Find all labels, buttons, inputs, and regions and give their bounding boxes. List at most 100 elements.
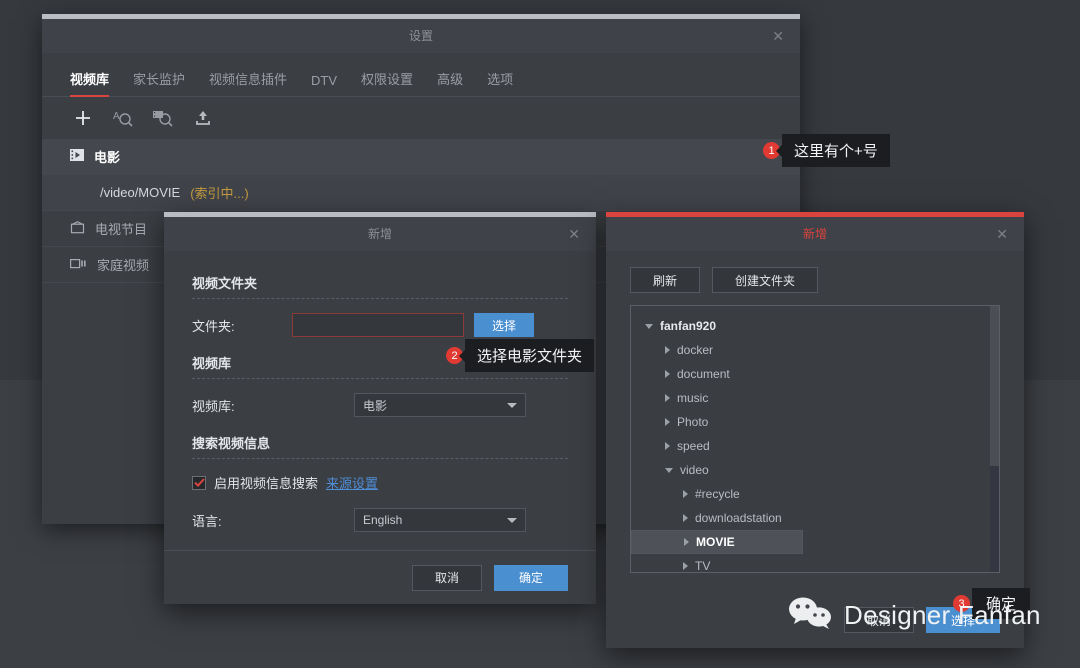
library-row-label: 电视节目 [95, 219, 147, 238]
library-row-label: 电影 [94, 147, 120, 166]
screen: 设置 ✕ 视频库 家长监护 视频信息插件 DTV 权限设置 高级 选项 A [0, 0, 1080, 668]
chevron-right-icon[interactable] [683, 514, 688, 522]
source-settings-link[interactable]: 来源设置 [326, 473, 378, 492]
language-label: 语言: [192, 511, 292, 530]
scrollbar-thumb[interactable] [990, 306, 999, 466]
plus-icon[interactable] [70, 105, 96, 131]
language-field-row: 语言: English [192, 508, 568, 532]
chevron-right-icon[interactable] [683, 490, 688, 498]
add-library-dialog: 新增 ✕ 视频文件夹 文件夹: 选择 视频库 视频库: 电影 搜索视频信息 [164, 212, 596, 604]
cancel-button[interactable]: 取消 [412, 565, 482, 591]
chevron-right-icon[interactable] [665, 370, 670, 378]
library-path: /video/MOVIE [100, 185, 180, 200]
tree-node-speed[interactable]: speed [631, 434, 999, 458]
refresh-button[interactable]: 刷新 [630, 267, 700, 293]
tree-node-label: downloadstation [695, 511, 782, 525]
callout-text: 选择电影文件夹 [465, 339, 594, 372]
callout-2: 2 选择电影文件夹 [446, 339, 594, 372]
callout-text: 确定 [972, 588, 1030, 619]
chevron-right-icon[interactable] [665, 394, 670, 402]
close-icon[interactable]: ✕ [996, 217, 1008, 251]
add-dialog-body: 视频文件夹 文件夹: 选择 视频库 视频库: 电影 搜索视频信息 [164, 251, 596, 532]
film-icon [70, 149, 84, 164]
section-search-info: 搜索视频信息 [192, 433, 568, 452]
section-video-folder: 视频文件夹 [192, 273, 568, 292]
close-icon[interactable]: ✕ [772, 19, 784, 53]
tab-advanced[interactable]: 高级 [437, 69, 463, 96]
enable-search-label: 启用视频信息搜索 [214, 473, 318, 492]
dialog-title: 新增 [803, 227, 827, 241]
camcorder-icon [70, 257, 87, 272]
chevron-down-icon[interactable] [665, 468, 673, 473]
library-field-row: 视频库: 电影 [192, 393, 568, 417]
library-select[interactable]: 电影 [354, 393, 526, 417]
chevron-right-icon[interactable] [684, 538, 689, 546]
cancel-button[interactable]: 取消 [844, 607, 914, 633]
tree-node-video[interactable]: video [631, 458, 999, 482]
add-dialog-title-bar: 新增 ✕ [164, 217, 596, 251]
chevron-right-icon[interactable] [665, 442, 670, 450]
folder-browser-dialog: 新增 ✕ 刷新 创建文件夹 fanfan920 docker document [606, 212, 1024, 648]
tab-permissions[interactable]: 权限设置 [361, 69, 413, 96]
tree-node-label: MOVIE [696, 535, 735, 549]
enable-search-checkbox[interactable] [192, 476, 206, 490]
tree-node-recycle[interactable]: #recycle [631, 482, 999, 506]
tree-node-music[interactable]: music [631, 386, 999, 410]
tree-scrollbar[interactable] [990, 306, 999, 572]
folder-field-row: 文件夹: 选择 [192, 313, 568, 337]
upload-icon[interactable] [190, 105, 216, 131]
tab-parental-control[interactable]: 家长监护 [133, 69, 185, 96]
chevron-down-icon[interactable] [645, 324, 653, 329]
browser-dialog-title-bar: 新增 ✕ [606, 217, 1024, 251]
close-icon[interactable]: ✕ [568, 217, 580, 251]
chevron-right-icon[interactable] [665, 346, 670, 354]
tree-node-downloadstation[interactable]: downloadstation [631, 506, 999, 530]
tree-node-tv[interactable]: TV [631, 554, 999, 573]
dialog-title: 新增 [368, 227, 392, 241]
settings-title-bar: 设置 ✕ [42, 19, 800, 53]
library-toolbar: A [42, 97, 800, 139]
language-select-value: English [363, 513, 402, 527]
tree-node-label: Photo [677, 415, 708, 429]
tab-video-info-plugin[interactable]: 视频信息插件 [209, 69, 287, 96]
tree-node-fanfan920[interactable]: fanfan920 [631, 314, 999, 338]
text-search-icon[interactable]: A [110, 105, 136, 131]
tab-options[interactable]: 选项 [487, 69, 513, 96]
tree-node-movie[interactable]: MOVIE [631, 530, 803, 554]
create-folder-button[interactable]: 创建文件夹 [712, 267, 818, 293]
tree-node-label: music [677, 391, 708, 405]
chevron-right-icon[interactable] [683, 562, 688, 570]
video-search-icon[interactable] [150, 105, 176, 131]
library-row-movie-path[interactable]: /video/MOVIE (索引中...) [42, 175, 800, 211]
tree-node-label: docker [677, 343, 713, 357]
divider [192, 378, 568, 379]
tree-node-label: fanfan920 [660, 319, 716, 333]
library-label: 视频库: [192, 396, 292, 415]
tab-dtv[interactable]: DTV [311, 73, 337, 96]
tab-video-library[interactable]: 视频库 [70, 69, 109, 96]
enable-search-row: 启用视频信息搜索 来源设置 [192, 473, 568, 492]
library-select-value: 电影 [363, 397, 387, 414]
library-row-movies[interactable]: 电影 [42, 139, 800, 175]
callout-text: 这里有个+号 [782, 134, 890, 167]
browser-toolbar: 刷新 创建文件夹 [606, 251, 1024, 305]
folder-label: 文件夹: [192, 316, 292, 335]
ok-button[interactable]: 确定 [494, 565, 568, 591]
tree-node-document[interactable]: document [631, 362, 999, 386]
tree-node-docker[interactable]: docker [631, 338, 999, 362]
chevron-right-icon[interactable] [665, 418, 670, 426]
tree-node-label: #recycle [695, 487, 740, 501]
callout-badge: 3 [953, 595, 970, 612]
choose-folder-button[interactable]: 选择 [474, 313, 534, 337]
folder-input[interactable] [292, 313, 464, 337]
divider [192, 458, 568, 459]
tree-node-label: document [677, 367, 730, 381]
tree-node-label: video [680, 463, 709, 477]
chevron-down-icon [507, 403, 517, 408]
callout-3: 3 确定 [953, 588, 1030, 619]
callout-1: 1 这里有个+号 [763, 134, 890, 167]
language-select[interactable]: English [354, 508, 526, 532]
tree-node-label: speed [677, 439, 710, 453]
tree-node-photo[interactable]: Photo [631, 410, 999, 434]
tree-node-label: TV [695, 559, 710, 573]
